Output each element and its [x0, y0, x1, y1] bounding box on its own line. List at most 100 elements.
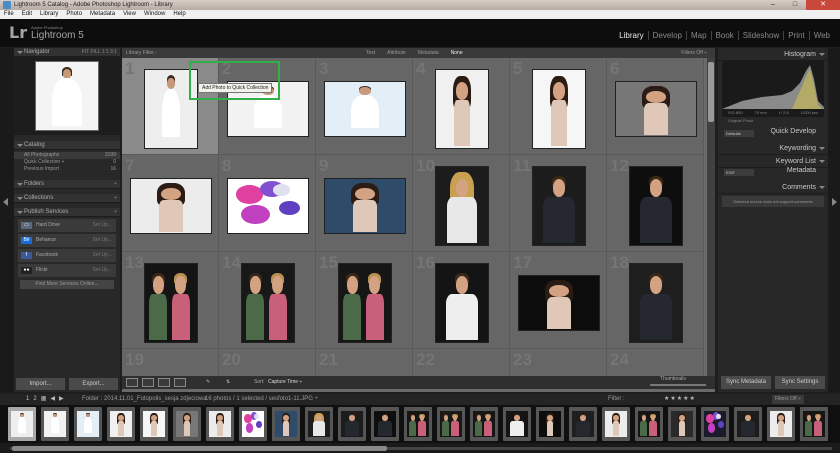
catalog-header[interactable]: Catalog: [14, 141, 120, 150]
filmstrip-thumb[interactable]: [668, 407, 696, 441]
quick-develop-title[interactable]: Quick Develop: [770, 127, 816, 136]
filmstrip-scrollbar[interactable]: [0, 443, 840, 453]
filmstrip-thumb[interactable]: [635, 407, 663, 441]
filter-tab-none[interactable]: None: [451, 48, 463, 58]
import-button[interactable]: Import...: [16, 378, 65, 390]
grid-cell[interactable]: 14: [219, 252, 316, 349]
grid-cell[interactable]: 9: [316, 155, 413, 252]
photo-thumbnail[interactable]: [615, 81, 697, 137]
grid-vertical-scrollbar[interactable]: [707, 58, 715, 380]
export-button[interactable]: Export...: [69, 378, 118, 390]
module-slideshow[interactable]: Slideshow: [737, 31, 783, 40]
grid-cell[interactable]: 13: [122, 252, 219, 349]
publish-service-setup-button[interactable]: Set Up...: [93, 264, 112, 277]
add-collection-button[interactable]: +: [114, 194, 117, 203]
find-more-services-button[interactable]: Find More Services Online...: [20, 280, 114, 289]
filmstrip-thumb[interactable]: [569, 407, 597, 441]
filters-off-dropdown[interactable]: Filters Off ÷: [681, 48, 707, 58]
filmstrip-thumb[interactable]: [437, 407, 465, 441]
menu-metadata[interactable]: Metadata: [90, 10, 115, 19]
menu-photo[interactable]: Photo: [66, 10, 82, 19]
grid-icon[interactable]: ▦: [41, 394, 47, 405]
grid-cell[interactable]: 11: [510, 155, 607, 252]
loupe-view-icon[interactable]: [142, 378, 154, 387]
grid-scroll-thumb[interactable]: [708, 62, 714, 122]
filmstrip-thumb[interactable]: [272, 407, 300, 441]
photo-thumbnail[interactable]: [532, 166, 586, 246]
module-library[interactable]: Library: [615, 31, 647, 40]
filter-tab-attribute[interactable]: Attribute: [387, 48, 406, 58]
publish-service-behance[interactable]: Bē Behance Set Up...: [18, 234, 116, 247]
publish-service-setup-button[interactable]: Set Up...: [93, 249, 112, 262]
filmstrip-thumb[interactable]: [404, 407, 432, 441]
keywording-header[interactable]: Keywording: [718, 142, 828, 155]
add-publish-service-button[interactable]: +: [114, 208, 117, 217]
filmstrip-thumb[interactable]: [206, 407, 234, 441]
grid-cell[interactable]: 15: [316, 252, 413, 349]
sync-settings-button[interactable]: Sync Settings: [775, 376, 825, 389]
filmstrip-thumb[interactable]: [536, 407, 564, 441]
filmstrip-thumb[interactable]: [767, 407, 795, 441]
page-2-button[interactable]: 2: [33, 394, 36, 405]
filmstrip-thumb[interactable]: [41, 407, 69, 441]
photo-thumbnail[interactable]: [324, 81, 406, 137]
menu-file[interactable]: File: [4, 10, 14, 19]
catalog-item-quick-collection[interactable]: Quick Collection + 0: [14, 159, 120, 166]
filmstrip-thumb[interactable]: [8, 407, 36, 441]
metadata-title[interactable]: Metadata: [787, 166, 816, 175]
sort-dropdown[interactable]: Capture Time ÷: [268, 376, 302, 389]
module-develop[interactable]: Develop: [647, 31, 686, 40]
grid-cell[interactable]: 10: [413, 155, 510, 252]
publish-service-setup-button[interactable]: Set Up...: [93, 219, 112, 232]
catalog-item-previous-import[interactable]: Previous Import 16: [14, 166, 120, 173]
filmstrip-thumb[interactable]: [338, 407, 366, 441]
original-photo-toggle[interactable]: Original Photo: [718, 117, 828, 125]
photo-thumbnail[interactable]: [518, 275, 600, 331]
grid-cell[interactable]: 18: [607, 252, 704, 349]
grid-cell[interactable]: 3: [316, 58, 413, 155]
grid-cell[interactable]: 16: [413, 252, 510, 349]
menu-library[interactable]: Library: [40, 10, 58, 19]
publish-service-facebook[interactable]: f Facebook Set Up...: [18, 249, 116, 262]
filmstrip-thumb[interactable]: [140, 407, 168, 441]
photo-thumbnail[interactable]: [144, 263, 198, 343]
photo-thumbnail[interactable]: [338, 263, 392, 343]
back-arrow-icon[interactable]: ◀: [50, 394, 55, 405]
grid-cell[interactable]: 8: [219, 155, 316, 252]
folder-path[interactable]: Folder : 2014.11.01_Fotopolis_sesja zdje…: [82, 394, 207, 405]
add-folder-button[interactable]: +: [114, 180, 117, 189]
grid-cell[interactable]: 7: [122, 155, 219, 252]
compare-view-icon[interactable]: [158, 378, 170, 387]
module-map[interactable]: Map: [685, 31, 711, 40]
comments-header[interactable]: Comments: [718, 181, 828, 194]
page-1-button[interactable]: 1: [26, 394, 29, 405]
left-panel-edge[interactable]: [0, 48, 14, 392]
menu-edit[interactable]: Edit: [22, 10, 32, 19]
folders-header[interactable]: Folders +: [14, 180, 120, 189]
minimize-button[interactable]: –: [762, 0, 784, 10]
publish-service-flickr[interactable]: ●● Flickr Set Up...: [18, 264, 116, 277]
menu-window[interactable]: Window: [144, 10, 165, 19]
filmstrip-thumb[interactable]: [701, 407, 729, 441]
metadata-preset-dropdown[interactable]: EXIF: [724, 169, 754, 176]
photo-thumbnail[interactable]: [241, 263, 295, 343]
photo-thumbnail[interactable]: [629, 166, 683, 246]
thumbnail-size-slider[interactable]: [650, 384, 706, 386]
grid-cell[interactable]: 5: [510, 58, 607, 155]
filmstrip-thumb[interactable]: [173, 407, 201, 441]
maximize-button[interactable]: □: [784, 0, 806, 10]
grid-cell[interactable]: 4: [413, 58, 510, 155]
forward-arrow-icon[interactable]: ▶: [59, 394, 64, 405]
filter-tab-metadata[interactable]: Metadata: [418, 48, 439, 58]
filmstrip-thumb[interactable]: [602, 407, 630, 441]
filmstrip-thumb[interactable]: [74, 407, 102, 441]
filmstrip-thumb[interactable]: [371, 407, 399, 441]
photo-thumbnail[interactable]: [435, 69, 489, 149]
publish-service-setup-button[interactable]: Set Up...: [93, 234, 112, 247]
filter-tab-text[interactable]: Text: [366, 48, 375, 58]
filmstrip-thumb[interactable]: [800, 407, 828, 441]
photo-thumbnail[interactable]: [227, 178, 309, 234]
rating-filter-stars[interactable]: ★★★★★: [664, 394, 696, 405]
filmstrip-thumb[interactable]: [503, 407, 531, 441]
histogram-chart[interactable]: [722, 61, 824, 109]
